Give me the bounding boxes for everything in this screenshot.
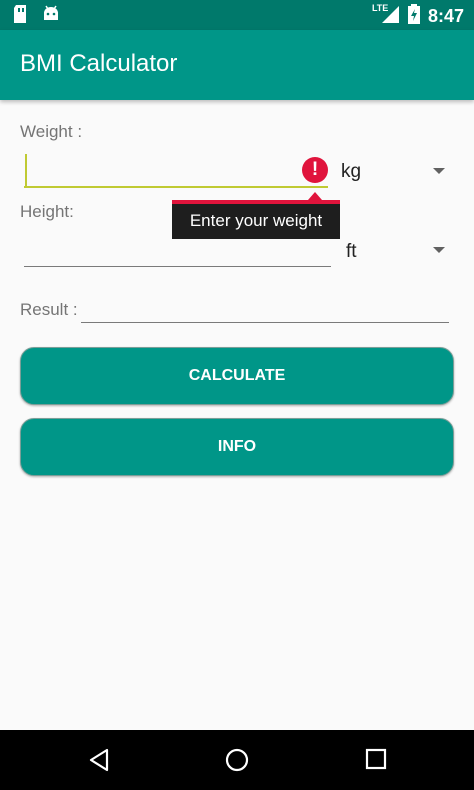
tooltip-pointer bbox=[308, 192, 322, 200]
weight-input[interactable] bbox=[24, 150, 328, 190]
status-bar: LTE 8:47 bbox=[0, 0, 474, 30]
sd-card-icon bbox=[12, 5, 28, 28]
height-label: Height: bbox=[20, 202, 74, 221]
height-unit-spinner[interactable]: ft bbox=[346, 241, 357, 263]
tooltip-accent-bar bbox=[172, 200, 340, 204]
weight-underline bbox=[24, 186, 328, 188]
app-bar: BMI Calculator bbox=[0, 30, 474, 100]
battery-charging-icon bbox=[407, 4, 420, 29]
result-label: Result : bbox=[20, 300, 78, 319]
result-field bbox=[81, 296, 449, 322]
error-icon: ! bbox=[302, 157, 328, 183]
height-input[interactable] bbox=[24, 230, 331, 268]
android-debug-icon bbox=[42, 5, 60, 28]
signal-icon: LTE bbox=[372, 3, 400, 29]
clock: 8:47 bbox=[427, 6, 464, 26]
home-icon[interactable] bbox=[225, 748, 249, 777]
recents-icon[interactable] bbox=[365, 748, 387, 775]
app-title: BMI Calculator bbox=[20, 50, 178, 77]
network-type: LTE bbox=[371, 3, 389, 13]
navigation-bar bbox=[0, 730, 474, 790]
text-cursor bbox=[25, 154, 27, 186]
result-underline bbox=[81, 322, 449, 323]
height-underline bbox=[24, 266, 331, 267]
weight-unit-spinner[interactable]: kg bbox=[341, 161, 361, 183]
calculate-button[interactable]: CALCULATE bbox=[20, 347, 454, 405]
info-button[interactable]: INFO bbox=[20, 418, 454, 476]
weight-label: Weight : bbox=[20, 122, 83, 141]
error-message: Enter your weight bbox=[189, 211, 323, 230]
chevron-down-icon[interactable] bbox=[433, 168, 445, 174]
back-icon[interactable] bbox=[88, 748, 110, 777]
chevron-down-icon[interactable] bbox=[433, 247, 445, 253]
